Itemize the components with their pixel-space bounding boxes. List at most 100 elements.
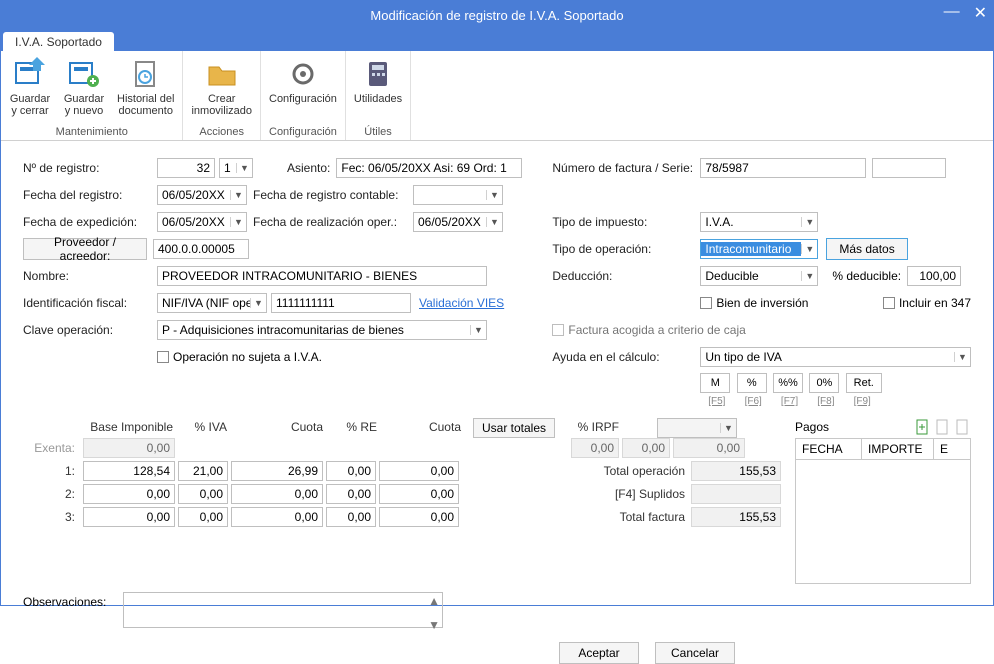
id-fiscal-num-input[interactable] — [271, 293, 411, 313]
aceptar-button[interactable]: Aceptar — [559, 642, 639, 664]
iva-cell[interactable] — [178, 484, 228, 504]
cuota-cell[interactable] — [231, 507, 323, 527]
save-new-icon — [67, 57, 101, 91]
base-cell[interactable] — [83, 461, 175, 481]
configuracion-button[interactable]: Configuración — [263, 55, 343, 124]
fecha-reg-contable-input[interactable]: ▼ — [413, 185, 503, 205]
fecha-registro-input[interactable]: 06/05/20XX▼ — [157, 185, 247, 205]
chevron-down-icon[interactable]: ▼ — [236, 163, 252, 173]
chevron-down-icon[interactable]: ▼ — [954, 352, 970, 362]
num-factura-input[interactable] — [700, 158, 866, 178]
proveedor-button[interactable]: Proveedor / acreedor: — [23, 238, 147, 260]
iva-cell[interactable] — [178, 461, 228, 481]
irpf-select[interactable]: ▼ — [657, 418, 737, 438]
chevron-down-icon[interactable]: ▼ — [720, 423, 736, 433]
cancelar-button[interactable]: Cancelar — [655, 642, 735, 664]
total-value — [691, 461, 781, 481]
iva-cell[interactable] — [178, 507, 228, 527]
save-close-icon — [13, 57, 47, 91]
checkbox-icon — [552, 324, 564, 336]
observaciones-input[interactable]: ▲▼ — [123, 592, 443, 628]
tipo-impuesto-select[interactable]: I.V.A.▼ — [700, 212, 818, 232]
base-cell[interactable] — [83, 507, 175, 527]
mas-datos-button[interactable]: Más datos — [826, 238, 907, 260]
guardar-nuevo-button[interactable]: Guardar y nuevo — [57, 55, 111, 124]
asiento-input[interactable] — [336, 158, 522, 178]
tab-iva-soportado[interactable]: I.V.A. Soportado — [3, 32, 114, 51]
footer: Aceptar Cancelar — [1, 628, 993, 664]
chevron-down-icon[interactable]: ▼ — [486, 190, 502, 200]
asiento-label: Asiento: — [287, 161, 330, 175]
fecha-registro-label: Fecha del registro: — [23, 188, 157, 202]
ribbon-label: Guardar y cerrar — [10, 93, 50, 117]
mini-zero-button[interactable]: 0% — [809, 373, 839, 393]
cuota2-cell[interactable] — [379, 484, 459, 504]
crear-inmovilizado-button[interactable]: Crear inmovilizado — [185, 55, 258, 124]
chevron-down-icon[interactable]: ▼ — [230, 190, 246, 200]
chevron-down-icon[interactable]: ▼ — [486, 217, 502, 227]
col-fecha: FECHA — [796, 439, 862, 459]
chevron-down-icon[interactable]: ▼ — [470, 325, 486, 335]
observaciones-label: Observaciones: — [23, 592, 123, 609]
edit-page-icon[interactable] — [933, 418, 951, 436]
no-sujeta-checkbox[interactable]: Operación no sujeta a I.V.A. — [157, 350, 322, 364]
validacion-vies-link[interactable]: Validación VIES — [419, 296, 504, 310]
historial-button[interactable]: Historial del documento — [111, 55, 180, 124]
bien-inversion-checkbox[interactable]: Bien de inversión — [700, 296, 808, 310]
num-factura-serie-input[interactable] — [872, 158, 946, 178]
tipo-operacion-select[interactable]: Intracomunitario▼ — [700, 239, 818, 259]
titlebar: Modificación de registro de I.V.A. Sopor… — [1, 1, 993, 29]
mini-pctpct-button[interactable]: %% — [773, 373, 803, 393]
n-registro-input[interactable] — [157, 158, 215, 178]
fecha-expedicion-label: Fecha de expedición: — [23, 215, 157, 229]
scroll-down-icon[interactable]: ▼ — [428, 618, 440, 632]
base-cell[interactable] — [83, 484, 175, 504]
fecha-realizacion-input[interactable]: 06/05/20XX▼ — [413, 212, 503, 232]
total-value[interactable] — [691, 484, 781, 504]
window-controls: — ✕ — [944, 3, 987, 23]
ayuda-calculo-select[interactable]: Un tipo de IVA▼ — [700, 347, 971, 367]
checkbox-icon — [700, 297, 712, 309]
pagos-table[interactable]: FECHA IMPORTE E — [795, 438, 971, 584]
clave-op-select[interactable]: P - Adquisiciones intracomunitarias de b… — [157, 320, 487, 340]
cuota2-cell[interactable] — [379, 461, 459, 481]
cuota-cell[interactable] — [231, 484, 323, 504]
ribbon-label: Utilidades — [354, 93, 402, 105]
mini-key-label: [F7] — [773, 396, 806, 407]
form-right: Número de factura / Serie: Tipo de impue… — [552, 157, 971, 412]
deduccion-select[interactable]: Deducible▼ — [700, 266, 818, 286]
n-registro-serie-select[interactable]: 1▼ — [219, 158, 253, 178]
incluir-347-checkbox[interactable]: Incluir en 347 — [883, 296, 971, 310]
mini-pct-button[interactable]: % — [737, 373, 767, 393]
minimize-icon[interactable]: — — [944, 3, 960, 23]
chevron-down-icon[interactable]: ▼ — [801, 217, 817, 227]
chevron-down-icon[interactable]: ▼ — [230, 217, 246, 227]
gear-icon — [286, 57, 320, 91]
close-icon[interactable]: ✕ — [974, 3, 987, 23]
re-cell[interactable] — [326, 507, 376, 527]
chevron-down-icon[interactable]: ▼ — [250, 298, 266, 308]
pct-deducible-input[interactable] — [907, 266, 961, 286]
mini-key-label: [F5] — [700, 396, 733, 407]
re-cell[interactable] — [326, 484, 376, 504]
total-value — [691, 507, 781, 527]
chevron-down-icon[interactable]: ▼ — [801, 271, 817, 281]
id-fiscal-tipo-select[interactable]: NIF/IVA (NIF ope▼ — [157, 293, 267, 313]
proveedor-input[interactable] — [153, 239, 249, 259]
delete-page-icon[interactable] — [953, 418, 971, 436]
re-cell[interactable] — [326, 461, 376, 481]
utilidades-button[interactable]: Utilidades — [348, 55, 408, 124]
mini-ret-button[interactable]: Ret. — [846, 373, 882, 393]
chevron-down-icon[interactable]: ▼ — [801, 244, 817, 254]
nombre-input[interactable] — [157, 266, 487, 286]
cuota2-cell[interactable] — [379, 507, 459, 527]
clave-op-label: Clave operación: — [23, 323, 157, 337]
guardar-cerrar-button[interactable]: Guardar y cerrar — [3, 55, 57, 124]
cuota-cell[interactable] — [231, 461, 323, 481]
mini-m-button[interactable]: M — [700, 373, 730, 393]
col-re: % RE — [329, 418, 383, 438]
add-page-icon[interactable] — [913, 418, 931, 436]
row-label: 1: — [23, 464, 83, 478]
fecha-expedicion-input[interactable]: 06/05/20XX▼ — [157, 212, 247, 232]
usar-totales-button[interactable]: Usar totales — [473, 418, 555, 438]
